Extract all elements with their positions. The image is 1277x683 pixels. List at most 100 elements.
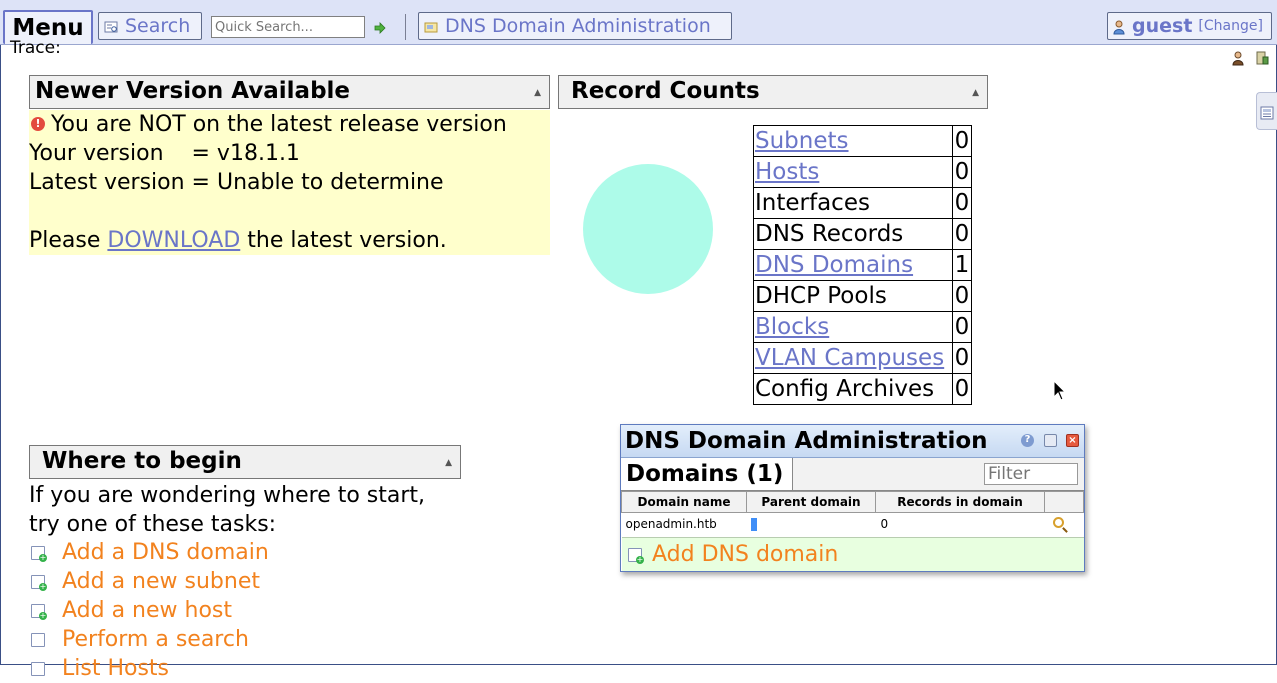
task-label: List Hosts xyxy=(62,656,170,681)
side-panel-tab[interactable] xyxy=(1256,92,1277,130)
record-count-cell: 0 xyxy=(952,187,972,219)
task-link[interactable]: + Add a new host xyxy=(29,596,269,625)
search-icon xyxy=(31,632,45,647)
record-count-row[interactable]: Subnets 0 xyxy=(753,125,972,157)
server-tool-icon[interactable] xyxy=(1254,50,1270,70)
add-dns-domain-button[interactable]: + Add DNS domain xyxy=(622,537,1084,571)
window-titlebar[interactable]: DNS Domain Administration ? × xyxy=(621,425,1084,458)
record-type-label: DNS Records xyxy=(755,221,904,247)
record-count-cell: 0 xyxy=(952,125,972,157)
task-link[interactable]: List Hosts xyxy=(29,654,269,683)
domains-table: Domain name Parent domain Records in dom… xyxy=(621,491,1084,535)
top-right-icons xyxy=(1230,50,1272,66)
record-type-cell: DNS Domains xyxy=(753,249,953,281)
download-link[interactable]: DOWNLOAD xyxy=(107,228,240,253)
add-document-icon: + xyxy=(628,547,644,564)
record-counts-header[interactable]: Record Counts ▲ xyxy=(558,75,988,109)
dns-domain-admin-tab[interactable]: DNS Domain Administration xyxy=(418,12,732,40)
domains-title: Domains (1) xyxy=(621,458,793,490)
record-counts-title: Record Counts xyxy=(571,78,760,104)
download-suffix: the latest version. xyxy=(247,228,447,253)
record-count-row[interactable]: Blocks 0 xyxy=(753,311,972,343)
record-type-label: Interfaces xyxy=(755,190,870,216)
minimize-icon[interactable] xyxy=(1044,434,1057,447)
task-link[interactable]: + Add a DNS domain xyxy=(29,538,269,567)
record-type-cell: DHCP Pools xyxy=(753,280,953,312)
record-pie-chart xyxy=(583,164,713,294)
user-name: guest xyxy=(1132,15,1193,37)
where-to-begin-header[interactable]: Where to begin ▲ xyxy=(29,445,461,479)
please-text: Please xyxy=(29,228,101,253)
task-label: Add a DNS domain xyxy=(62,540,269,565)
where-to-begin-intro: If you are wondering where to start, try… xyxy=(29,481,469,539)
collapse-arrow-icon[interactable]: ▲ xyxy=(972,88,979,98)
col-parent-domain[interactable]: Parent domain xyxy=(746,491,876,513)
record-type-cell: VLAN Campuses xyxy=(753,342,953,374)
record-count-row[interactable]: DNS Domains 1 xyxy=(753,249,972,281)
record-count-cell: 0 xyxy=(952,156,972,188)
col-domain-name[interactable]: Domain name xyxy=(621,491,747,513)
search-button[interactable]: Search xyxy=(98,12,202,40)
add-subnet-icon: + xyxy=(31,574,47,591)
record-type-link[interactable]: DNS Domains xyxy=(755,252,913,278)
magnifier-icon[interactable] xyxy=(1052,517,1064,528)
close-icon[interactable]: × xyxy=(1066,434,1079,447)
col-records-in-domain[interactable]: Records in domain xyxy=(875,491,1045,513)
collapse-arrow-icon[interactable]: ▲ xyxy=(445,458,452,468)
warning-icon: ! xyxy=(31,116,45,131)
mouse-cursor-icon xyxy=(1053,380,1067,401)
actions-cell xyxy=(1045,513,1084,536)
top-bar: Menu Search DNS Domain Administration gu… xyxy=(0,0,1277,45)
download-line: Please DOWNLOAD the latest version. xyxy=(29,226,550,255)
intro-line-1: If you are wondering where to start, xyxy=(29,483,426,508)
user-button[interactable]: guest [Change] xyxy=(1107,12,1272,40)
records-cell: 0 xyxy=(880,517,889,531)
record-type-cell: Hosts xyxy=(753,156,953,188)
newer-version-header[interactable]: Newer Version Available ▲ xyxy=(29,75,550,109)
version-warning: ! You are NOT on the latest release versi… xyxy=(29,110,550,139)
filter-input[interactable] xyxy=(984,463,1078,485)
newer-version-body: ! You are NOT on the latest release versi… xyxy=(29,110,550,255)
collapse-arrow-icon[interactable]: ▲ xyxy=(534,88,541,98)
table-row[interactable]: openadmin.htb 0 xyxy=(622,513,1084,536)
quick-search-input[interactable] xyxy=(211,16,365,38)
toolbar-separator xyxy=(405,14,406,40)
record-type-label: Config Archives xyxy=(755,376,935,402)
task-label: Perform a search xyxy=(62,627,249,652)
admin-user-icon[interactable] xyxy=(1230,50,1246,70)
record-type-link[interactable]: Blocks xyxy=(755,314,829,340)
dns-admin-window: DNS Domain Administration ? × Domains (1… xyxy=(620,424,1085,572)
record-type-link[interactable]: VLAN Campuses xyxy=(755,345,944,371)
record-type-cell: DNS Records xyxy=(753,218,953,250)
domain-name-cell[interactable]: openadmin.htb xyxy=(622,513,747,536)
where-to-begin-title: Where to begin xyxy=(42,448,242,474)
record-counts-table: Subnets 0 Hosts 0 Interfaces 0 DNS Records 0 DNS… xyxy=(753,125,972,405)
record-count-row[interactable]: Hosts 0 xyxy=(753,156,972,188)
change-user-link[interactable]: [Change] xyxy=(1198,18,1263,34)
record-count-row: Interfaces 0 xyxy=(753,187,972,219)
add-host-icon: + xyxy=(31,603,47,620)
record-count-cell: 1 xyxy=(952,249,972,281)
record-type-cell: Interfaces xyxy=(753,187,953,219)
go-arrow-icon[interactable] xyxy=(373,20,387,34)
calculator-icon xyxy=(1260,105,1274,124)
task-link[interactable]: + Add a new subnet xyxy=(29,567,269,596)
record-type-cell: Subnets xyxy=(753,125,953,157)
domains-header: Domains (1) xyxy=(621,458,1084,491)
window-title: DNS Domain Administration xyxy=(625,428,988,454)
help-icon[interactable]: ? xyxy=(1021,434,1034,447)
parent-indicator xyxy=(750,518,757,531)
window-icon xyxy=(423,18,439,34)
record-count-cell: 0 xyxy=(952,280,972,312)
record-type-cell: Blocks xyxy=(753,311,953,343)
dns-tab-label: DNS Domain Administration xyxy=(445,15,711,37)
task-label: Add a new subnet xyxy=(62,569,260,594)
record-count-row[interactable]: VLAN Campuses 0 xyxy=(753,342,972,374)
record-count-cell: 0 xyxy=(952,218,972,250)
record-type-link[interactable]: Hosts xyxy=(755,159,819,185)
record-type-link[interactable]: Subnets xyxy=(755,128,849,154)
record-count-row: Config Archives 0 xyxy=(753,373,972,405)
task-link[interactable]: Perform a search xyxy=(29,625,269,654)
add-dns-domain-label: Add DNS domain xyxy=(652,542,839,567)
col-actions xyxy=(1044,491,1084,513)
